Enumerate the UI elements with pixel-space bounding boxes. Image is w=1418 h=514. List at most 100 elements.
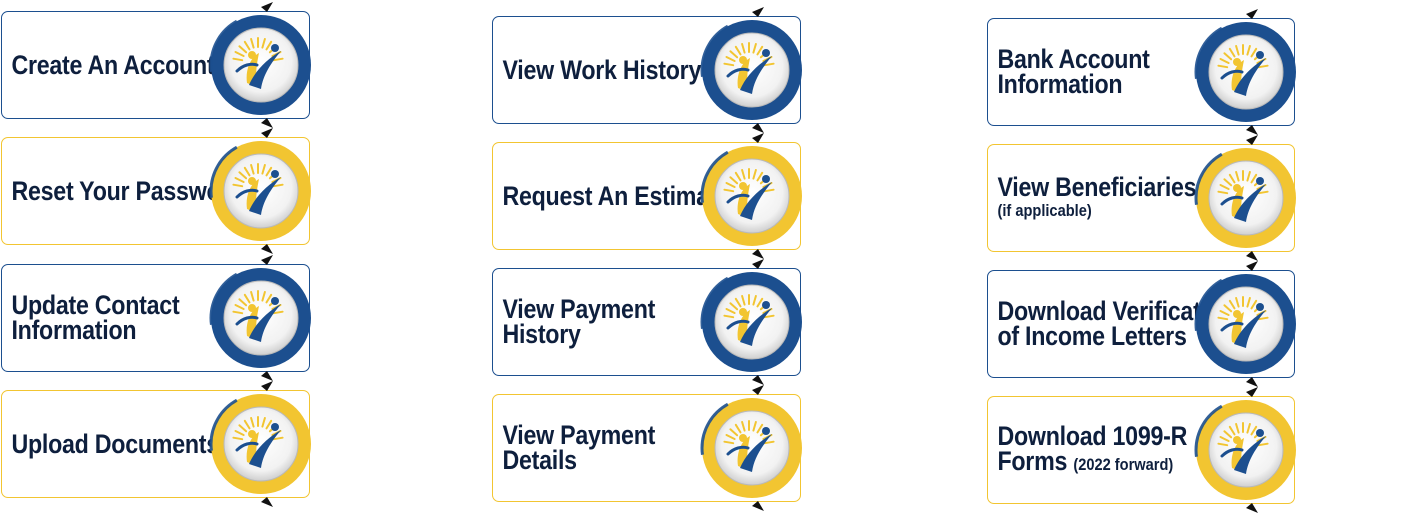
badge-disc: [223, 280, 299, 356]
badge-icon: [1182, 134, 1310, 262]
badge-graphic: [1194, 261, 1298, 387]
badge-icon: [197, 254, 325, 382]
option-card[interactable]: Create An Account: [1, 2, 313, 128]
arrow-top-icon: [1246, 261, 1258, 271]
arrow-bottom-icon: [1246, 503, 1258, 513]
option-card[interactable]: Upload Documents: [1, 381, 313, 507]
option-label: View Payment History: [493, 269, 656, 375]
label-line: View Beneficiaries: [997, 173, 1196, 200]
label-suffix: (2022 forward): [1073, 454, 1174, 474]
badge-icon: [1182, 386, 1310, 514]
label-line: Upload Documents: [11, 430, 219, 457]
option-card[interactable]: View Payment History: [492, 259, 804, 385]
badge-disc: [714, 158, 790, 234]
label-text: Information: [997, 69, 1123, 99]
option-label: Update Contact Information: [2, 265, 179, 371]
option-label: View Work History: [493, 17, 701, 123]
label-line: of Income Letters: [997, 323, 1186, 350]
badge-graphic: [209, 255, 313, 381]
label-line: View Work History: [502, 56, 701, 83]
badge-graphic: [700, 385, 804, 511]
badge-disc: [1208, 160, 1284, 236]
badge-icon: [1182, 8, 1310, 136]
badge-disc: [223, 27, 299, 103]
badge-icon: [197, 127, 325, 255]
arrow-bottom-icon: [752, 501, 764, 511]
arrow-top-icon: [261, 2, 273, 12]
arrow-top-icon: [752, 385, 764, 395]
option-label: Request An Estimate: [493, 143, 729, 249]
arrow-bottom-icon: [261, 244, 273, 254]
badge-graphic: [1194, 9, 1298, 135]
arrow-top-icon: [261, 255, 273, 265]
label-text: History: [502, 319, 581, 349]
badge-icon: [197, 1, 325, 129]
label-line: Reset Your Password: [11, 177, 243, 204]
badge-icon: [688, 384, 816, 512]
option-label: Bank Account Information: [988, 19, 1149, 125]
badge-graphic: [700, 259, 804, 385]
option-card[interactable]: Download 1099-R Forms (2022 forward): [987, 387, 1298, 513]
badge-disc: [714, 284, 790, 360]
option-label: Reset Your Password: [2, 138, 243, 244]
option-card[interactable]: Update Contact Information: [1, 255, 313, 381]
option-label: View Payment Details: [493, 395, 656, 501]
label-text: of Income Letters: [997, 321, 1187, 351]
badge-disc: [714, 410, 790, 486]
label-text: Create An Account: [11, 49, 215, 80]
badge-graphic: [1194, 135, 1298, 261]
arrow-top-icon: [1246, 387, 1258, 397]
arrow-top-icon: [752, 7, 764, 17]
label-line: Forms (2022 forward): [997, 445, 1173, 477]
badge-disc: [1208, 412, 1284, 488]
label-line: Details: [502, 445, 655, 475]
arrow-top-icon: [1246, 135, 1258, 145]
badge-graphic: [209, 2, 313, 128]
label-line: Information: [11, 315, 164, 345]
label-line: Create An Account: [11, 51, 214, 78]
arrow-top-icon: [261, 128, 273, 138]
option-card[interactable]: View Payment Details: [492, 385, 804, 511]
option-card[interactable]: Request An Estimate: [492, 133, 804, 259]
label-text: Upload Documents: [11, 428, 219, 459]
option-card[interactable]: Reset Your Password: [1, 128, 313, 254]
badge-icon: [197, 380, 325, 508]
option-label: Download Verification of Income Letters: [988, 271, 1234, 377]
label-line: Request An Estimate: [502, 182, 729, 209]
option-card[interactable]: Download Verification of Income Letters: [987, 261, 1298, 387]
arrow-top-icon: [1246, 9, 1258, 19]
badge-disc: [1208, 34, 1284, 110]
option-label: Upload Documents: [2, 391, 219, 497]
badge-graphic: [1194, 387, 1298, 513]
badge-icon: [688, 258, 816, 386]
label-text: View Work History: [502, 54, 702, 85]
option-label: View Beneficiaries (if applicable): [988, 145, 1196, 251]
badge-disc: [1208, 286, 1284, 362]
option-card[interactable]: Bank Account Information: [987, 9, 1298, 135]
label-text: Information: [11, 315, 137, 345]
badge-disc: [223, 153, 299, 229]
arrow-bottom-icon: [261, 497, 273, 507]
label-subtext: (if applicable): [997, 200, 1092, 220]
arrow-top-icon: [752, 259, 764, 269]
badge-disc: [223, 406, 299, 482]
option-label: Download 1099-R Forms (2022 forward): [988, 397, 1187, 503]
option-label: Create An Account: [2, 12, 214, 118]
badge-graphic: [700, 7, 804, 133]
arrow-top-icon: [752, 133, 764, 143]
label-text: Details: [502, 445, 577, 475]
option-card[interactable]: View Work History: [492, 7, 804, 133]
badge-icon: [688, 132, 816, 260]
badge-icon: [688, 6, 816, 134]
badge-disc: [714, 32, 790, 108]
badge-graphic: [209, 128, 313, 254]
label-line: Information: [997, 69, 1149, 99]
badge-graphic: [209, 381, 313, 507]
option-card[interactable]: View Beneficiaries (if applicable): [987, 135, 1298, 261]
label-line: History: [502, 319, 655, 349]
badge-icon: [1182, 260, 1310, 388]
label-text: View Beneficiaries: [997, 171, 1197, 202]
label-text: Forms: [997, 445, 1068, 476]
badge-graphic: [700, 133, 804, 259]
arrow-top-icon: [261, 381, 273, 391]
